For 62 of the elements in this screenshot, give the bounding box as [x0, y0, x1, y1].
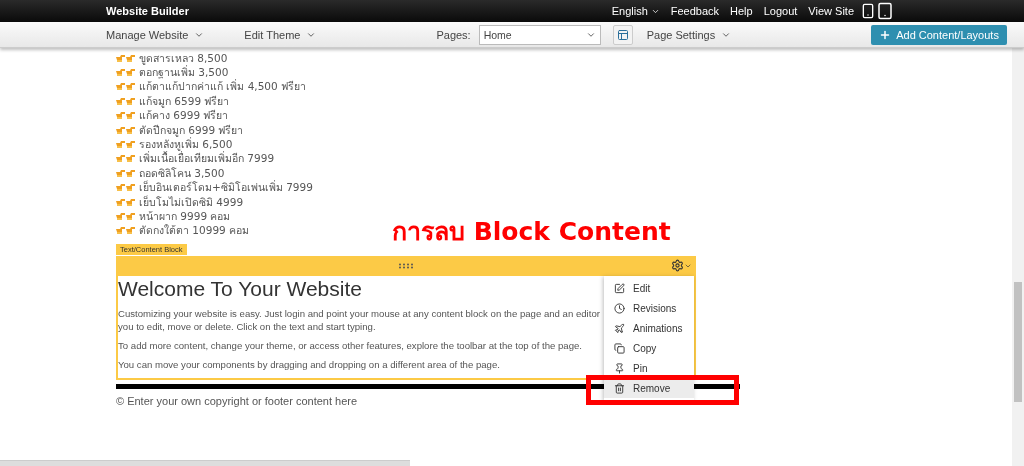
price-item: ขูดสารเหลว 8,500	[139, 50, 228, 66]
price-item: แก้จมูก 6599 ฟรียา	[139, 93, 230, 109]
menu-item[interactable]: Copy	[604, 338, 694, 359]
pointing-hands-icon	[116, 226, 136, 236]
scrollbar[interactable]	[1012, 47, 1024, 466]
header-link[interactable]: Help	[730, 5, 753, 17]
pointing-hands-icon	[116, 154, 136, 164]
price-item: แก้ตาแก้ปากค่าแก้ เพิ่ม 4,500 ฟรียา	[139, 79, 307, 95]
price-item: เย็บอินเตอร์โดม+ซิมิโอเพ่นเพิ่ม 7999	[139, 179, 313, 195]
copy-icon	[614, 342, 625, 354]
pointing-hands-icon	[116, 53, 136, 63]
block-paragraph: Customizing your website is easy. Just login and point your mouse at any content block on the page and an editor you to edit, move or delete. Click on the text and start typing.	[118, 307, 600, 334]
toolbar-menu[interactable]: Manage Website	[106, 28, 205, 41]
trash-icon	[614, 382, 625, 394]
settings-dropdown[interactable]	[671, 259, 692, 273]
price-item: เพิ่มเนื้อเยื่อเทียมเพิ่มอีก 7999	[139, 150, 275, 167]
footer-text: © Enter your own copyright or footer content here	[116, 395, 359, 408]
pages-select[interactable]: Home	[478, 24, 601, 45]
pointing-hands-icon	[116, 183, 136, 193]
layout-icon[interactable]	[612, 24, 633, 45]
app-title: Website Builder	[106, 5, 190, 17]
block-paragraph: You can move your components by dragging and dropping on a different area of the page.	[118, 358, 501, 372]
annotation-title: การลบ Block Content	[392, 216, 671, 248]
plus-icon	[879, 28, 892, 41]
price-item: หน้าผาก 9999 คอม	[139, 209, 231, 224]
edit-icon	[614, 282, 625, 294]
plane-icon	[614, 322, 625, 334]
pointing-hands-icon	[116, 82, 136, 92]
pointing-hands-icon	[116, 111, 136, 121]
price-item: ตัดปีกจมูก 6999 ฟรียา	[139, 122, 244, 137]
pointing-hands-icon	[116, 197, 136, 207]
language-menu[interactable]: English	[611, 5, 660, 17]
price-item: ตัดกงใต้ตา 10999 คอม	[139, 223, 250, 239]
phone-icon[interactable]	[860, 3, 876, 19]
page-settings-menu[interactable]: Page Settings	[646, 28, 732, 41]
add-content-button[interactable]: Add Content/Layouts	[871, 24, 1007, 45]
tablet-icon[interactable]	[876, 2, 894, 20]
header-link[interactable]: View Site	[808, 5, 854, 17]
pointing-hands-icon	[116, 96, 136, 106]
price-item: เย็บโมไม่เปิดซิมิ 4999	[139, 194, 244, 210]
price-item: ถอดซิลิโคน 3,500	[139, 165, 225, 180]
menu-item[interactable]: Revisions	[604, 298, 694, 319]
header-link[interactable]: Feedback	[670, 5, 720, 17]
drag-handle-icon[interactable]	[398, 263, 414, 270]
block-heading: Welcome To Your Website	[118, 277, 363, 302]
menu-item[interactable]: Animations	[604, 318, 694, 339]
price-item: แก้คาง 6999 ฟรียา	[139, 108, 229, 124]
price-item: รองหลังหูเพิ่ม 6,500	[139, 136, 233, 152]
pointing-hands-icon	[116, 68, 136, 78]
menu-item[interactable]: Edit	[604, 278, 694, 299]
pages-label: Pages:	[436, 28, 471, 41]
pointing-hands-icon	[116, 168, 136, 178]
pointing-hands-icon	[116, 140, 136, 150]
menu-item[interactable]: Remove	[604, 378, 694, 399]
pointing-hands-icon	[116, 212, 136, 221]
pointing-hands-icon	[116, 125, 136, 135]
price-item: ตอกฐานเพิ่ม 3,500	[139, 64, 229, 79]
header-link[interactable]: Logout	[763, 5, 798, 17]
block-paragraph: To add more content, change your theme, or access other features, explore the toolbar at the top of the page.	[118, 339, 583, 353]
toolbar-menu[interactable]: Edit Theme	[244, 28, 317, 41]
pin-icon	[614, 362, 625, 374]
clock-icon	[614, 302, 625, 314]
